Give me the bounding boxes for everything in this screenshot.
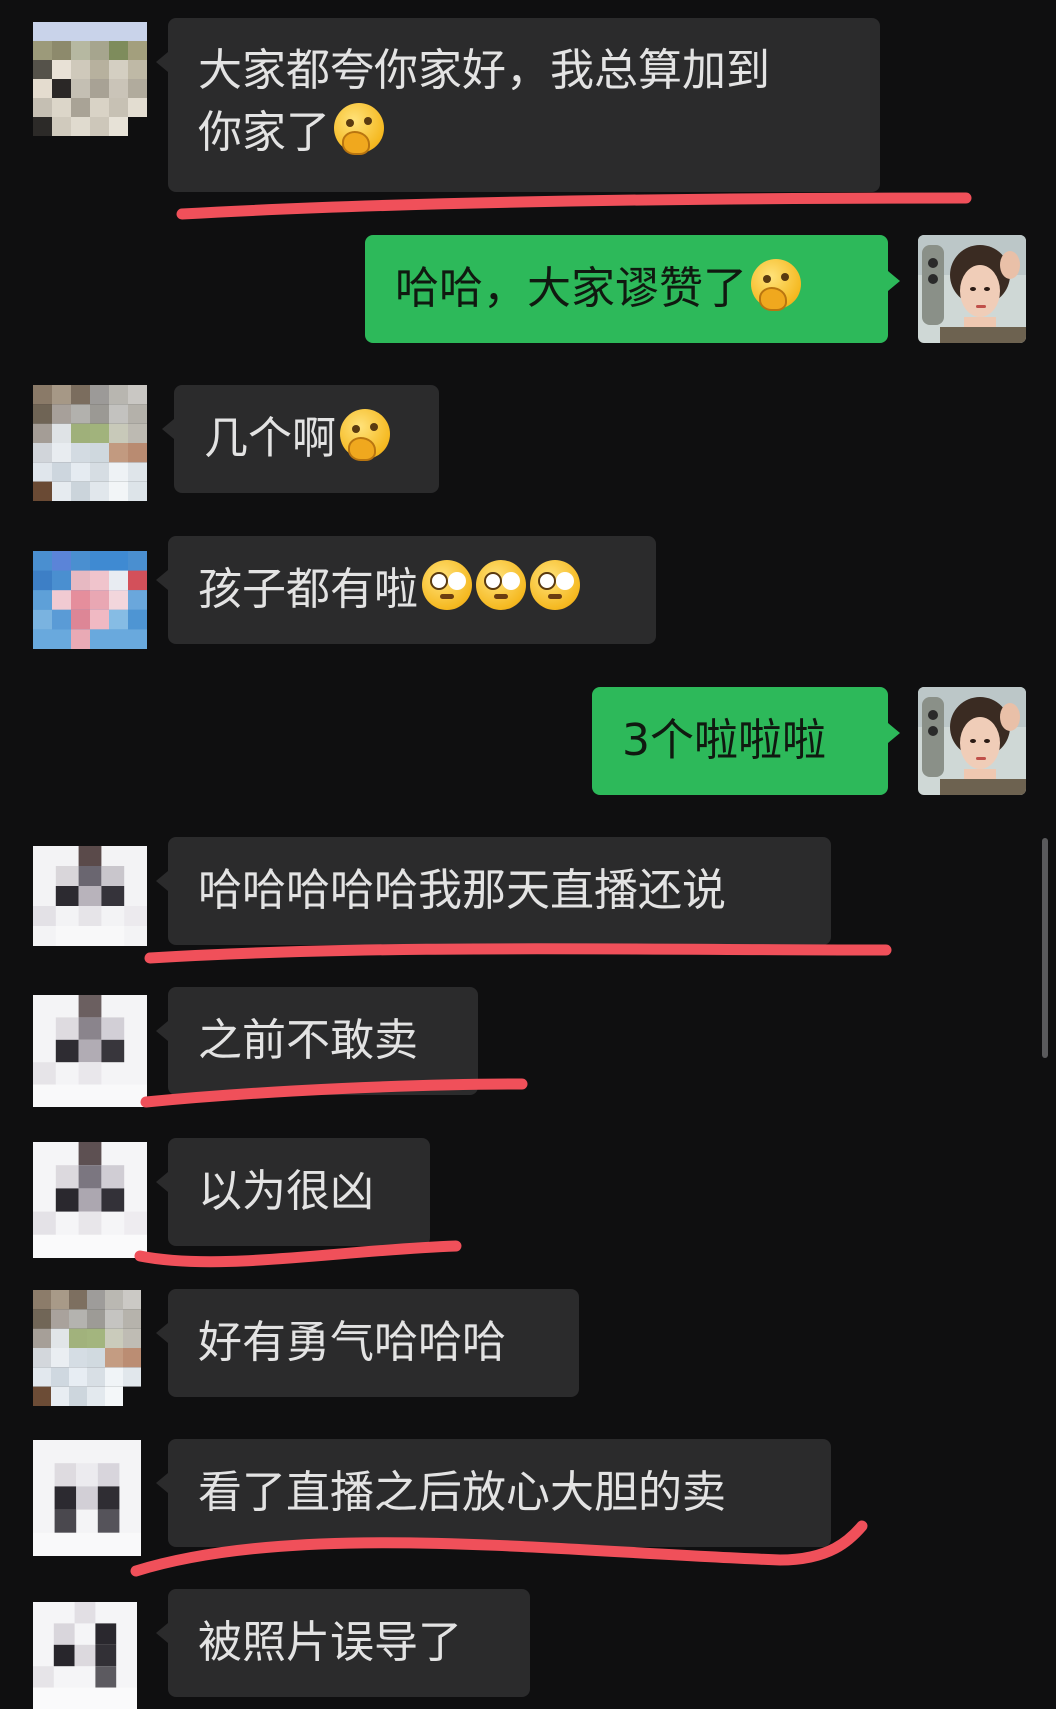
message-text: 好有勇气哈哈哈 xyxy=(198,1317,506,1368)
message-text: 以为很凶 xyxy=(198,1166,374,1217)
message-bubble[interactable]: 孩子都有啦 xyxy=(156,536,656,644)
pixelated-avatar[interactable] xyxy=(33,1142,147,1258)
message-bubble[interactable]: 看了直播之后放心大胆的卖 xyxy=(156,1439,831,1547)
thinking-face-icon xyxy=(334,103,384,155)
message-bubble[interactable]: 之前不敢卖 xyxy=(156,987,478,1095)
pixelated-avatar[interactable] xyxy=(33,22,147,136)
profile-photo-avatar[interactable] xyxy=(918,235,1026,343)
message-text: 3个啦啦啦 xyxy=(622,715,826,766)
message-text: 大家都夸你家好，我总算加到 你家了 xyxy=(198,45,770,158)
flushed-face-icon xyxy=(530,560,580,610)
pixelated-avatar[interactable] xyxy=(33,1602,137,1709)
message-bubble[interactable]: 3个啦啦啦 xyxy=(592,687,900,795)
flushed-face-icon xyxy=(422,560,472,610)
message-text: 几个啊 xyxy=(204,413,336,464)
message-bubble[interactable]: 大家都夸你家好，我总算加到 你家了 xyxy=(156,18,880,192)
thinking-face-icon xyxy=(340,409,390,461)
flushed-face-icon xyxy=(476,560,526,610)
message-bubble[interactable]: 哈哈，大家谬赞了 xyxy=(365,235,900,343)
message-bubble[interactable]: 被照片误导了 xyxy=(156,1589,530,1697)
message-bubble[interactable]: 哈哈哈哈哈我那天直播还说 xyxy=(156,837,831,945)
message-text: 哈哈，大家谬赞了 xyxy=(395,263,747,314)
annotation-underline xyxy=(134,1240,462,1268)
message-text: 被照片误导了 xyxy=(198,1617,462,1668)
message-text: 之前不敢卖 xyxy=(198,1015,418,1066)
message-text: 哈哈哈哈哈我那天直播还说 xyxy=(198,865,726,916)
profile-photo-avatar[interactable] xyxy=(918,687,1026,795)
thinking-face-icon xyxy=(751,259,801,311)
pixelated-avatar[interactable] xyxy=(33,385,147,501)
pixelated-avatar[interactable] xyxy=(33,1290,141,1406)
message-text: 看了直播之后放心大胆的卖 xyxy=(198,1467,726,1518)
annotation-underline xyxy=(176,192,972,220)
message-bubble[interactable]: 以为很凶 xyxy=(156,1138,430,1246)
pixelated-avatar[interactable] xyxy=(33,1440,141,1556)
scrollbar[interactable] xyxy=(1042,838,1048,1058)
pixelated-avatar[interactable] xyxy=(33,995,147,1107)
pixelated-avatar[interactable] xyxy=(33,846,147,946)
message-bubble[interactable]: 好有勇气哈哈哈 xyxy=(156,1289,579,1397)
message-bubble[interactable]: 几个啊 xyxy=(162,385,439,493)
message-text: 孩子都有啦 xyxy=(198,564,418,615)
pixelated-avatar[interactable] xyxy=(33,551,147,649)
annotation-underline xyxy=(144,943,892,964)
